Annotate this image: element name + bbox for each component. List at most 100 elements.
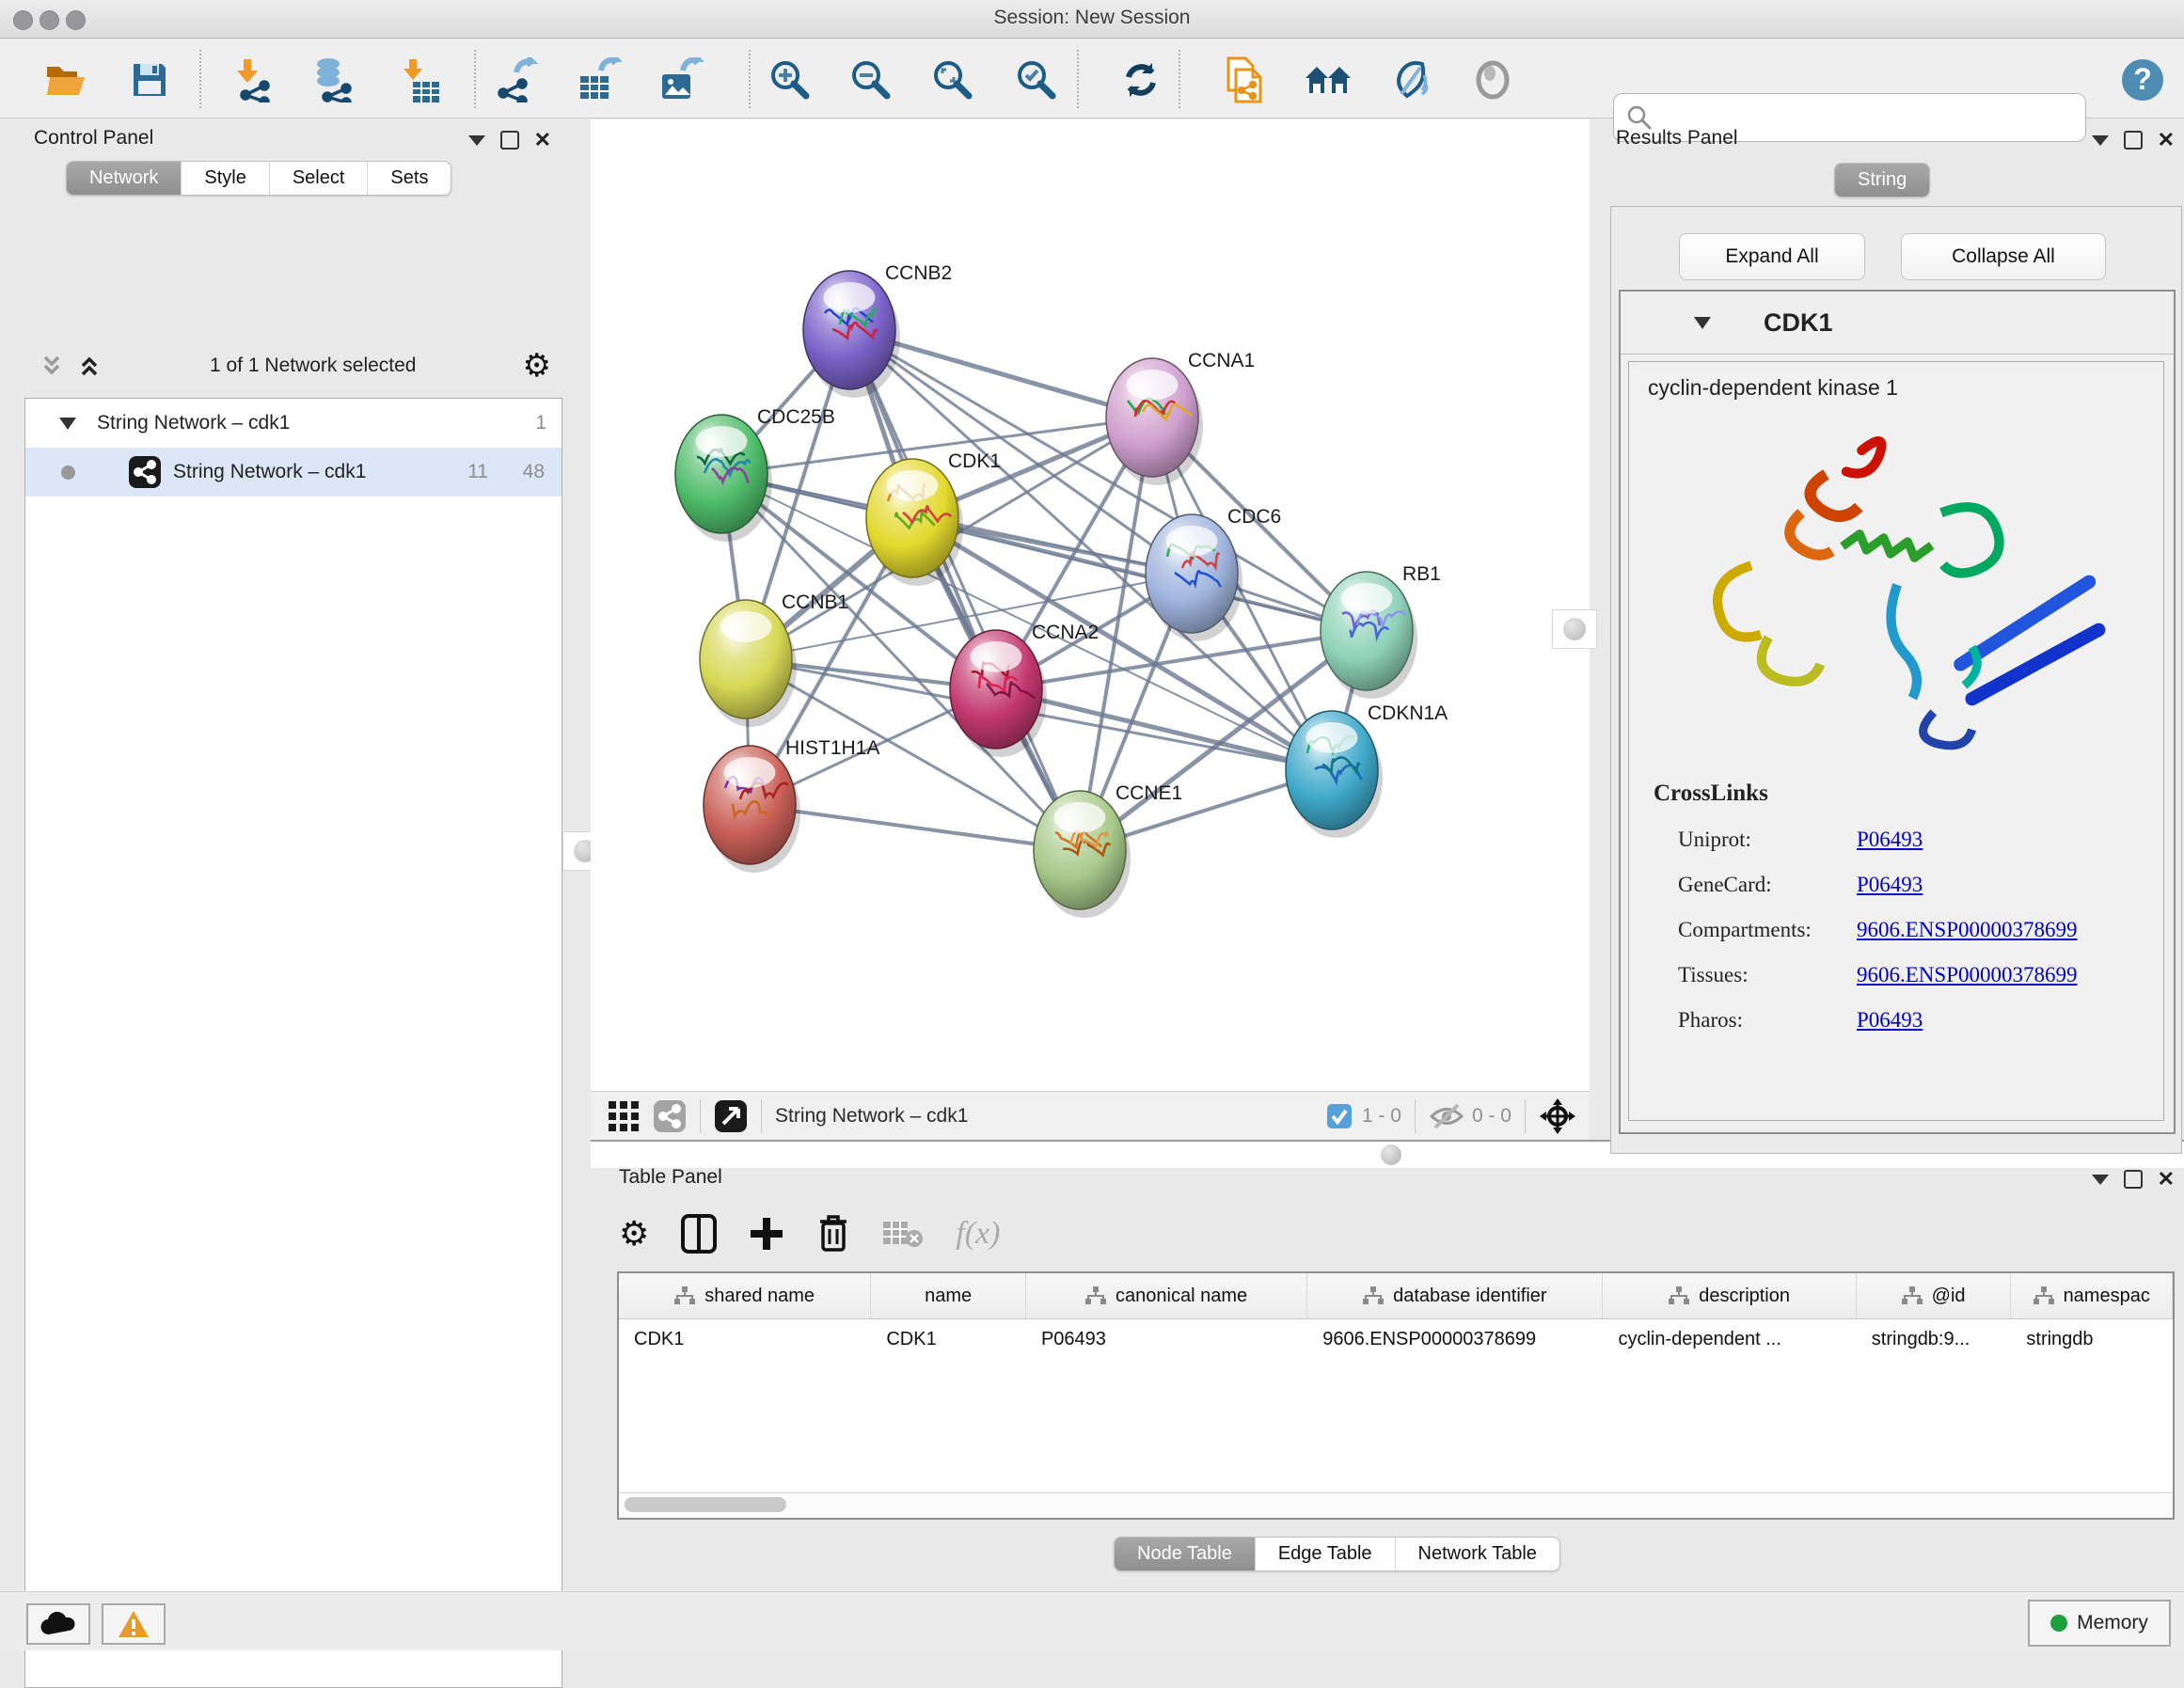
home-icon[interactable] xyxy=(1304,55,1353,104)
table-hscrollbar[interactable] xyxy=(619,1492,2173,1518)
hierarchy-icon xyxy=(1902,1286,1923,1305)
refresh-icon[interactable] xyxy=(1116,55,1165,104)
cell-namespac[interactable]: stringdb xyxy=(2011,1319,2173,1350)
export-image-icon[interactable] xyxy=(657,55,705,104)
import-table-file-icon[interactable] xyxy=(396,55,445,104)
export-network-icon[interactable] xyxy=(494,55,543,104)
node-CCNE1[interactable]: CCNE1 xyxy=(1034,782,1182,918)
zoom-in-icon[interactable] xyxy=(766,55,815,104)
pan-crosshair-icon[interactable] xyxy=(1539,1097,1576,1135)
cell-@id[interactable]: stringdb:9... xyxy=(1857,1319,2012,1350)
node-CCNA2[interactable]: CCNA2 xyxy=(950,622,1099,757)
node-CDKN1A[interactable]: CDKN1A xyxy=(1286,702,1448,838)
show-columns-icon[interactable] xyxy=(681,1214,717,1254)
toolbar-separator xyxy=(474,50,476,108)
crosslink-link[interactable]: 9606.ENSP00000378699 xyxy=(1857,963,2078,987)
network-graph[interactable]: CCNB2CCNA1CDC25BCDK1CDC6RB1CCNB1CCNA2CDK… xyxy=(591,119,1590,1091)
node-HIST1H1A[interactable]: HIST1H1A xyxy=(704,737,879,873)
help-icon[interactable]: ? xyxy=(2118,55,2167,104)
tab-string[interactable]: String xyxy=(1835,164,1929,197)
cloud-status-button[interactable] xyxy=(26,1603,90,1645)
string-view-icon[interactable] xyxy=(653,1099,687,1133)
export-table-icon[interactable] xyxy=(575,55,624,104)
cell-database-identifier[interactable]: 9606.ENSP00000378699 xyxy=(1307,1319,1603,1350)
node-CDC25B[interactable]: CDC25B xyxy=(675,406,835,542)
copy-network-icon[interactable] xyxy=(1220,55,1269,104)
open-in-window-icon[interactable] xyxy=(714,1099,748,1133)
panel-menu-icon[interactable] xyxy=(2092,135,2109,146)
birdseye-grid-icon[interactable] xyxy=(608,1100,640,1132)
cell-description[interactable]: cyclin-dependent ... xyxy=(1603,1319,1856,1350)
column-header-description[interactable]: description xyxy=(1603,1273,1856,1318)
right-splitter-handle[interactable] xyxy=(1552,609,1597,649)
import-network-file-icon[interactable] xyxy=(230,55,279,104)
panel-close-icon[interactable]: ✕ xyxy=(2158,133,2175,148)
crosslinks-list: Uniprot:P06493GeneCard:P06493Compartment… xyxy=(1678,828,2163,1033)
panel-close-icon[interactable]: ✕ xyxy=(534,133,551,148)
collection-expander-icon[interactable] xyxy=(59,418,76,430)
crosslink-link[interactable]: 9606.ENSP00000378699 xyxy=(1857,918,2078,942)
tab-select[interactable]: Select xyxy=(269,162,368,195)
panel-float-icon[interactable] xyxy=(500,131,519,150)
node-RB1[interactable]: RB1 xyxy=(1321,563,1441,699)
cell-shared-name[interactable]: CDK1 xyxy=(619,1319,871,1350)
table-row[interactable]: CDK1CDK1P064939606.ENSP00000378699cyclin… xyxy=(619,1319,2173,1350)
tab-network[interactable]: Network xyxy=(67,162,181,195)
crosslink-row: Tissues:9606.ENSP00000378699 xyxy=(1678,963,2163,987)
column-header-@id[interactable]: @id xyxy=(1857,1273,2012,1318)
zoom-out-icon[interactable] xyxy=(847,55,895,104)
memory-status-dot xyxy=(2050,1615,2067,1632)
panel-float-icon[interactable] xyxy=(2124,131,2143,150)
column-header-database-identifier[interactable]: database identifier xyxy=(1307,1273,1603,1318)
open-session-icon[interactable] xyxy=(41,55,90,104)
column-header-namespac[interactable]: namespac xyxy=(2011,1273,2173,1318)
toggle-graphics-details-icon[interactable] xyxy=(1385,55,1434,104)
expand-all-button[interactable]: Expand All xyxy=(1679,233,1865,280)
panel-menu-icon[interactable] xyxy=(2092,1175,2109,1185)
column-header-name[interactable]: name xyxy=(871,1273,1026,1318)
node-CDC6[interactable]: CDC6 xyxy=(1146,506,1281,641)
memory-button[interactable]: Memory xyxy=(2028,1600,2171,1647)
column-header-canonical-name[interactable]: canonical name xyxy=(1026,1273,1307,1318)
selected-checkbox-icon[interactable] xyxy=(1326,1103,1353,1129)
edge-CCNB2-CCNE1[interactable] xyxy=(849,330,1080,850)
tab-node-table[interactable]: Node Table xyxy=(1115,1538,1255,1570)
crosslink-link[interactable]: P06493 xyxy=(1857,873,1923,897)
network-row-selected[interactable]: String Network – cdk1 11 48 xyxy=(25,448,562,497)
panel-menu-icon[interactable] xyxy=(468,135,485,146)
expand-all-icon[interactable] xyxy=(75,352,103,380)
cell-canonical-name[interactable]: P06493 xyxy=(1026,1319,1307,1350)
control-panel-tabs: NetworkStyleSelectSets xyxy=(66,161,451,196)
tab-network-table[interactable]: Network Table xyxy=(1395,1538,1559,1570)
results-panel-tabs: String xyxy=(1834,163,1930,197)
collapse-all-button[interactable]: Collapse All xyxy=(1901,233,2106,280)
crosslink-link[interactable]: P06493 xyxy=(1857,828,1923,852)
save-session-icon[interactable] xyxy=(125,55,174,104)
collapse-all-icon[interactable] xyxy=(38,352,66,380)
panel-float-icon[interactable] xyxy=(2124,1170,2143,1189)
network-canvas[interactable]: CCNB2CCNA1CDC25BCDK1CDC6RB1CCNB1CCNA2CDK… xyxy=(591,119,1590,1091)
zoom-selected-icon[interactable] xyxy=(1012,55,1061,104)
network-collection-row[interactable]: String Network – cdk1 1 xyxy=(25,399,562,448)
column-header-shared-name[interactable]: shared name xyxy=(619,1273,871,1318)
node-CCNA1[interactable]: CCNA1 xyxy=(1106,350,1255,485)
warning-status-button[interactable] xyxy=(102,1603,166,1645)
panel-close-icon[interactable]: ✕ xyxy=(2158,1172,2175,1187)
gene-expander-icon[interactable] xyxy=(1694,317,1711,329)
zoom-fit-icon[interactable] xyxy=(928,55,977,104)
tab-style[interactable]: Style xyxy=(181,162,268,195)
cell-name[interactable]: CDK1 xyxy=(871,1319,1026,1350)
tree-options-gear-icon[interactable]: ⚙ xyxy=(523,347,551,385)
table-options-gear-icon[interactable]: ⚙ xyxy=(619,1215,649,1254)
tab-edge-table[interactable]: Edge Table xyxy=(1255,1538,1395,1570)
crosslink-link[interactable]: P06493 xyxy=(1857,1008,1923,1033)
column-label: name xyxy=(925,1286,972,1307)
delete-column-icon[interactable] xyxy=(816,1214,850,1254)
add-column-icon[interactable] xyxy=(749,1216,784,1252)
splitter-handle-dot[interactable] xyxy=(1381,1144,1401,1165)
tab-sets[interactable]: Sets xyxy=(367,162,451,195)
eye-icon[interactable] xyxy=(1468,55,1517,104)
scrollbar-thumb[interactable] xyxy=(625,1497,786,1512)
import-network-database-icon[interactable] xyxy=(310,55,359,104)
gene-header-row[interactable]: CDK1 xyxy=(1621,292,2174,355)
